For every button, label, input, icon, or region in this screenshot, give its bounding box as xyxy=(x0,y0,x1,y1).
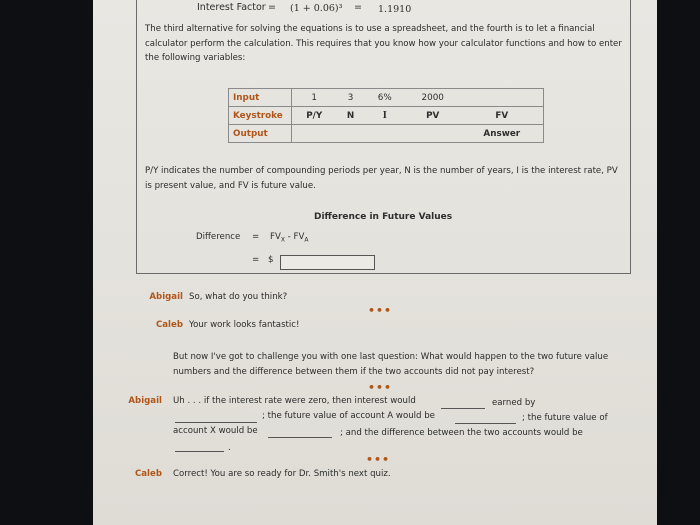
table-cell xyxy=(336,125,364,143)
table-cell xyxy=(292,125,337,143)
speaker-caleb: Caleb xyxy=(134,469,162,479)
answer-blank-3[interactable] xyxy=(455,423,516,424)
answer-blank-5[interactable] xyxy=(175,451,224,452)
answer-blank-1[interactable] xyxy=(441,408,485,409)
interest-factor-expression: (1 + 0.06)³ xyxy=(290,3,343,14)
continue-dots-icon[interactable]: ••• xyxy=(366,453,390,466)
continue-dots-icon[interactable]: ••• xyxy=(368,381,392,394)
dialogue-text: ; and the difference between the two acc… xyxy=(340,428,583,438)
row-label: Input xyxy=(228,88,292,107)
equals-sign: = xyxy=(354,2,362,13)
difference-title: Difference in Future Values xyxy=(314,212,453,222)
speaker-abigail: Abigail xyxy=(128,396,162,406)
table-row: Keystroke P/Y N I PV FV xyxy=(228,106,544,125)
caleb-question: But now I've got to challenge you with o… xyxy=(173,352,609,377)
intro-paragraph: The third alternative for solving the eq… xyxy=(145,24,622,64)
table-row: Output Answer xyxy=(228,124,544,143)
table-cell: PV xyxy=(404,106,461,125)
difference-label: Difference xyxy=(196,232,241,242)
dialogue-text: Uh . . . if the interest rate were zero,… xyxy=(173,396,416,406)
table-cell: 2000 xyxy=(404,88,461,107)
speaker-caleb: Caleb xyxy=(155,320,183,330)
definitions-paragraph: P/Y indicates the number of compounding … xyxy=(145,166,618,191)
table-cell: 1 xyxy=(291,88,337,107)
equals-sign: = xyxy=(252,232,260,242)
table-cell: 3 xyxy=(336,88,365,107)
difference-input[interactable] xyxy=(280,255,375,270)
dialogue-text: earned by xyxy=(492,398,536,408)
dialogue-text: . xyxy=(228,443,231,453)
table-cell: FV xyxy=(460,106,544,125)
equals-sign: = xyxy=(268,2,276,13)
row-label: Keystroke xyxy=(228,106,292,125)
table-cell xyxy=(405,125,461,143)
calculator-table: Input 1 3 6% 2000 Keystroke P/Y N I PV F… xyxy=(228,88,544,143)
dialogue-text: ; the future value of account A would be xyxy=(262,411,435,421)
table-row: Input 1 3 6% 2000 xyxy=(228,88,544,107)
speaker-abigail: Abigail xyxy=(149,292,183,302)
dialogue-text: ; the future value of xyxy=(522,413,608,423)
interest-factor-result: 1.1910 xyxy=(378,4,412,15)
table-cell: I xyxy=(364,106,405,125)
equals-sign: = xyxy=(252,255,260,265)
difference-formula: FVX - FVA xyxy=(270,232,309,244)
continue-dots-icon[interactable]: ••• xyxy=(368,304,392,317)
currency-symbol: $ xyxy=(268,255,274,265)
table-cell: Answer xyxy=(483,128,521,139)
table-cell: N xyxy=(336,106,365,125)
dialogue-text: Your work looks fantastic! xyxy=(189,320,300,330)
row-label: Output xyxy=(228,124,292,143)
dialogue-text: So, what do you think? xyxy=(189,292,288,302)
table-cell: 6% xyxy=(364,88,405,107)
table-cell xyxy=(460,88,544,107)
table-cell xyxy=(365,125,405,143)
table-cell: P/Y xyxy=(291,106,337,125)
answer-blank-4[interactable] xyxy=(268,437,332,438)
answer-blank-2[interactable] xyxy=(175,422,257,423)
dialogue-text: account X would be xyxy=(173,426,258,436)
dialogue-text: Correct! You are so ready for Dr. Smith'… xyxy=(173,469,391,479)
interest-factor-label: Interest Factor xyxy=(197,2,266,13)
